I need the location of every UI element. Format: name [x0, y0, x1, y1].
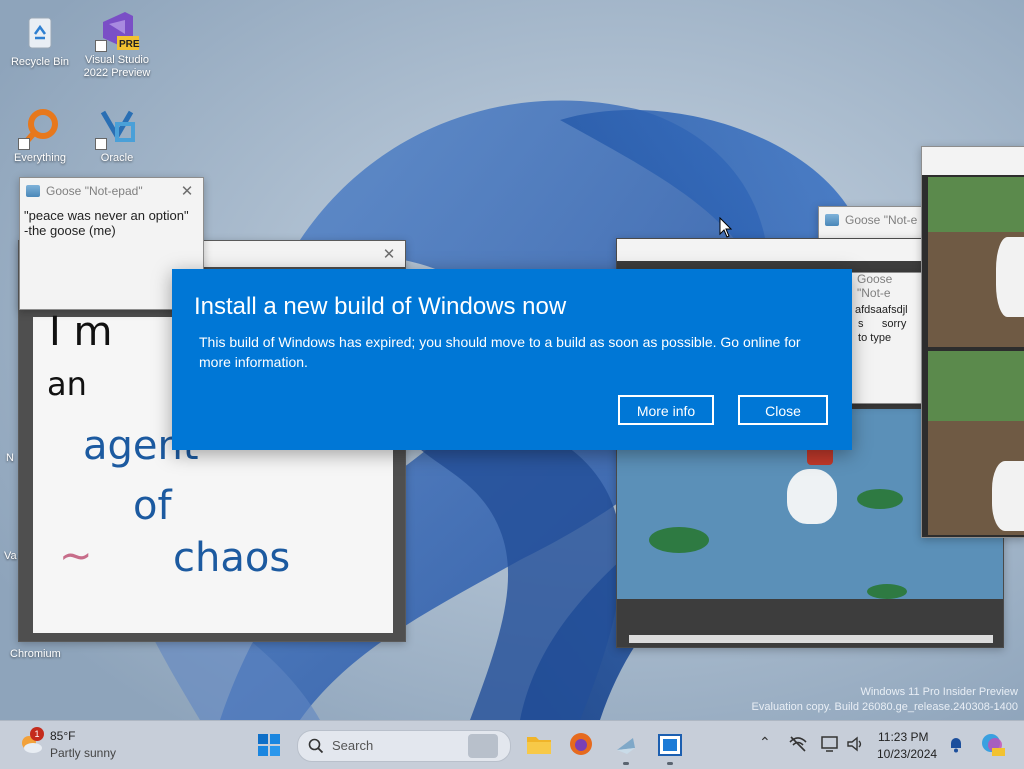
taskbar-firefox[interactable] [569, 732, 593, 756]
handwriting-text: of [133, 483, 172, 529]
window-scrollbar[interactable] [629, 635, 993, 643]
watermark-line-1: Windows 11 Pro Insider Preview [860, 686, 1018, 698]
goose-sprite [992, 461, 1024, 531]
desktop-icon-label-partial: N [6, 452, 14, 464]
handwriting-squiggle: ~ [59, 533, 93, 579]
window-title: Goose "Not-epad" [46, 184, 143, 198]
chevron-up-icon[interactable]: ⌃ [759, 734, 771, 751]
taskbar-file-explorer[interactable] [526, 732, 552, 756]
weather-widget-icon[interactable]: 1 [18, 727, 44, 757]
watermark-line-2: Evaluation copy. Build 26080.ge_release.… [751, 701, 1018, 713]
lily-pad [649, 527, 709, 553]
handwriting-text: I m [49, 309, 113, 355]
desktop-icon-label: Everything [14, 152, 66, 164]
notepad-icon [825, 214, 839, 226]
notepad-text-area[interactable]: "peace was never an option" -the goose (… [20, 204, 203, 242]
running-indicator [667, 762, 673, 765]
more-info-button[interactable]: More info [618, 395, 714, 425]
window-title: Goose "Not-e [857, 272, 893, 300]
mouse-cursor-icon [719, 217, 733, 238]
search-icon [308, 738, 324, 754]
shortcut-arrow-icon [95, 40, 107, 52]
goose-notepad-window-3[interactable]: Goose "Not-e afdsaafsdjl s sorry to type [850, 272, 922, 404]
clock-time[interactable]: 11:23 PM [878, 730, 928, 744]
virtualbox-icon [95, 106, 139, 150]
search-label: Search [332, 738, 374, 753]
window-titlebar: Goose "Not-e [819, 207, 929, 233]
desktop-icon-recycle-bin[interactable]: Recycle Bin [2, 10, 78, 69]
windows-logo-icon [258, 734, 280, 756]
desktop-icon-label: Oracle [100, 152, 134, 164]
goose-app-icon [617, 738, 635, 754]
lily-pad [867, 584, 907, 599]
window-title: Goose "Not-e [845, 213, 918, 227]
firefox-icon [570, 733, 592, 755]
desktop-icon-label: Visual Studio 2022 Preview [83, 54, 151, 79]
folder-icon [527, 737, 551, 754]
window-titlebar: Goose "Not-epad" ✕ [20, 178, 203, 204]
display-icon[interactable] [820, 734, 840, 754]
desktop-icon-oracle[interactable]: Oracle [79, 106, 155, 165]
goose-meme-window[interactable] [921, 146, 1024, 538]
notepad-text-area[interactable]: afdsaafsdjl s sorry to type [851, 299, 921, 349]
visual-studio-icon: PRE [95, 8, 140, 52]
search-highlight-image [468, 734, 498, 758]
shortcut-arrow-icon [18, 138, 30, 150]
desktop-icon-label-partial: Va [4, 550, 17, 562]
lily-pad [857, 489, 903, 509]
notification-bell-icon[interactable] [948, 735, 964, 753]
desktop-icon-everything[interactable]: Everything [2, 106, 78, 165]
goose-sprite [996, 237, 1024, 317]
notification-badge: 1 [30, 727, 44, 741]
dialog-message: This build of Windows has expired; you s… [199, 334, 801, 370]
network-off-icon[interactable] [788, 735, 808, 753]
magnifier-icon [18, 106, 62, 150]
taskbar-search-box[interactable]: Search [297, 730, 511, 762]
preview-badge: PRE [119, 39, 140, 50]
taskbar: 1 85°F Partly sunny Search ⌃ 11:23 PM 10… [0, 720, 1024, 769]
goose-sprite [787, 469, 837, 524]
meme-panel-top [928, 177, 1024, 347]
recycle-bin-icon [18, 10, 62, 54]
start-button[interactable] [257, 733, 281, 757]
running-indicator [623, 762, 629, 765]
dialog-title: Install a new build of Windows now [194, 293, 567, 320]
notepad-icon [26, 185, 40, 197]
close-icon[interactable]: ✕ [379, 245, 399, 263]
taskbar-window-app[interactable] [657, 732, 683, 765]
clock-date[interactable]: 10/23/2024 [877, 747, 937, 761]
taskbar-goose-app[interactable] [613, 732, 639, 765]
window-titlebar: Goose "Not-e [851, 272, 921, 300]
weather-description[interactable]: Partly sunny [50, 746, 116, 760]
copilot-pre-icon[interactable] [980, 732, 1006, 758]
handwriting-text: an [47, 365, 87, 403]
meme-panel-bottom [928, 351, 1024, 535]
window-app-icon [658, 734, 682, 756]
weather-temperature[interactable]: 85°F [50, 729, 75, 743]
close-icon[interactable]: ✕ [177, 182, 197, 200]
desktop-icon-label-partial: Chromium [10, 648, 61, 660]
window-titlebar [922, 147, 1024, 175]
volume-icon[interactable] [845, 734, 865, 754]
shortcut-arrow-icon [95, 138, 107, 150]
desktop-icon-label: Recycle Bin [10, 56, 70, 68]
desktop-icon-visual-studio-preview[interactable]: PRE Visual Studio 2022 Preview [79, 8, 155, 80]
handwriting-text: chaos [173, 535, 291, 581]
close-button[interactable]: Close [738, 395, 828, 425]
expired-build-dialog: Install a new build of Windows now This … [172, 269, 852, 450]
